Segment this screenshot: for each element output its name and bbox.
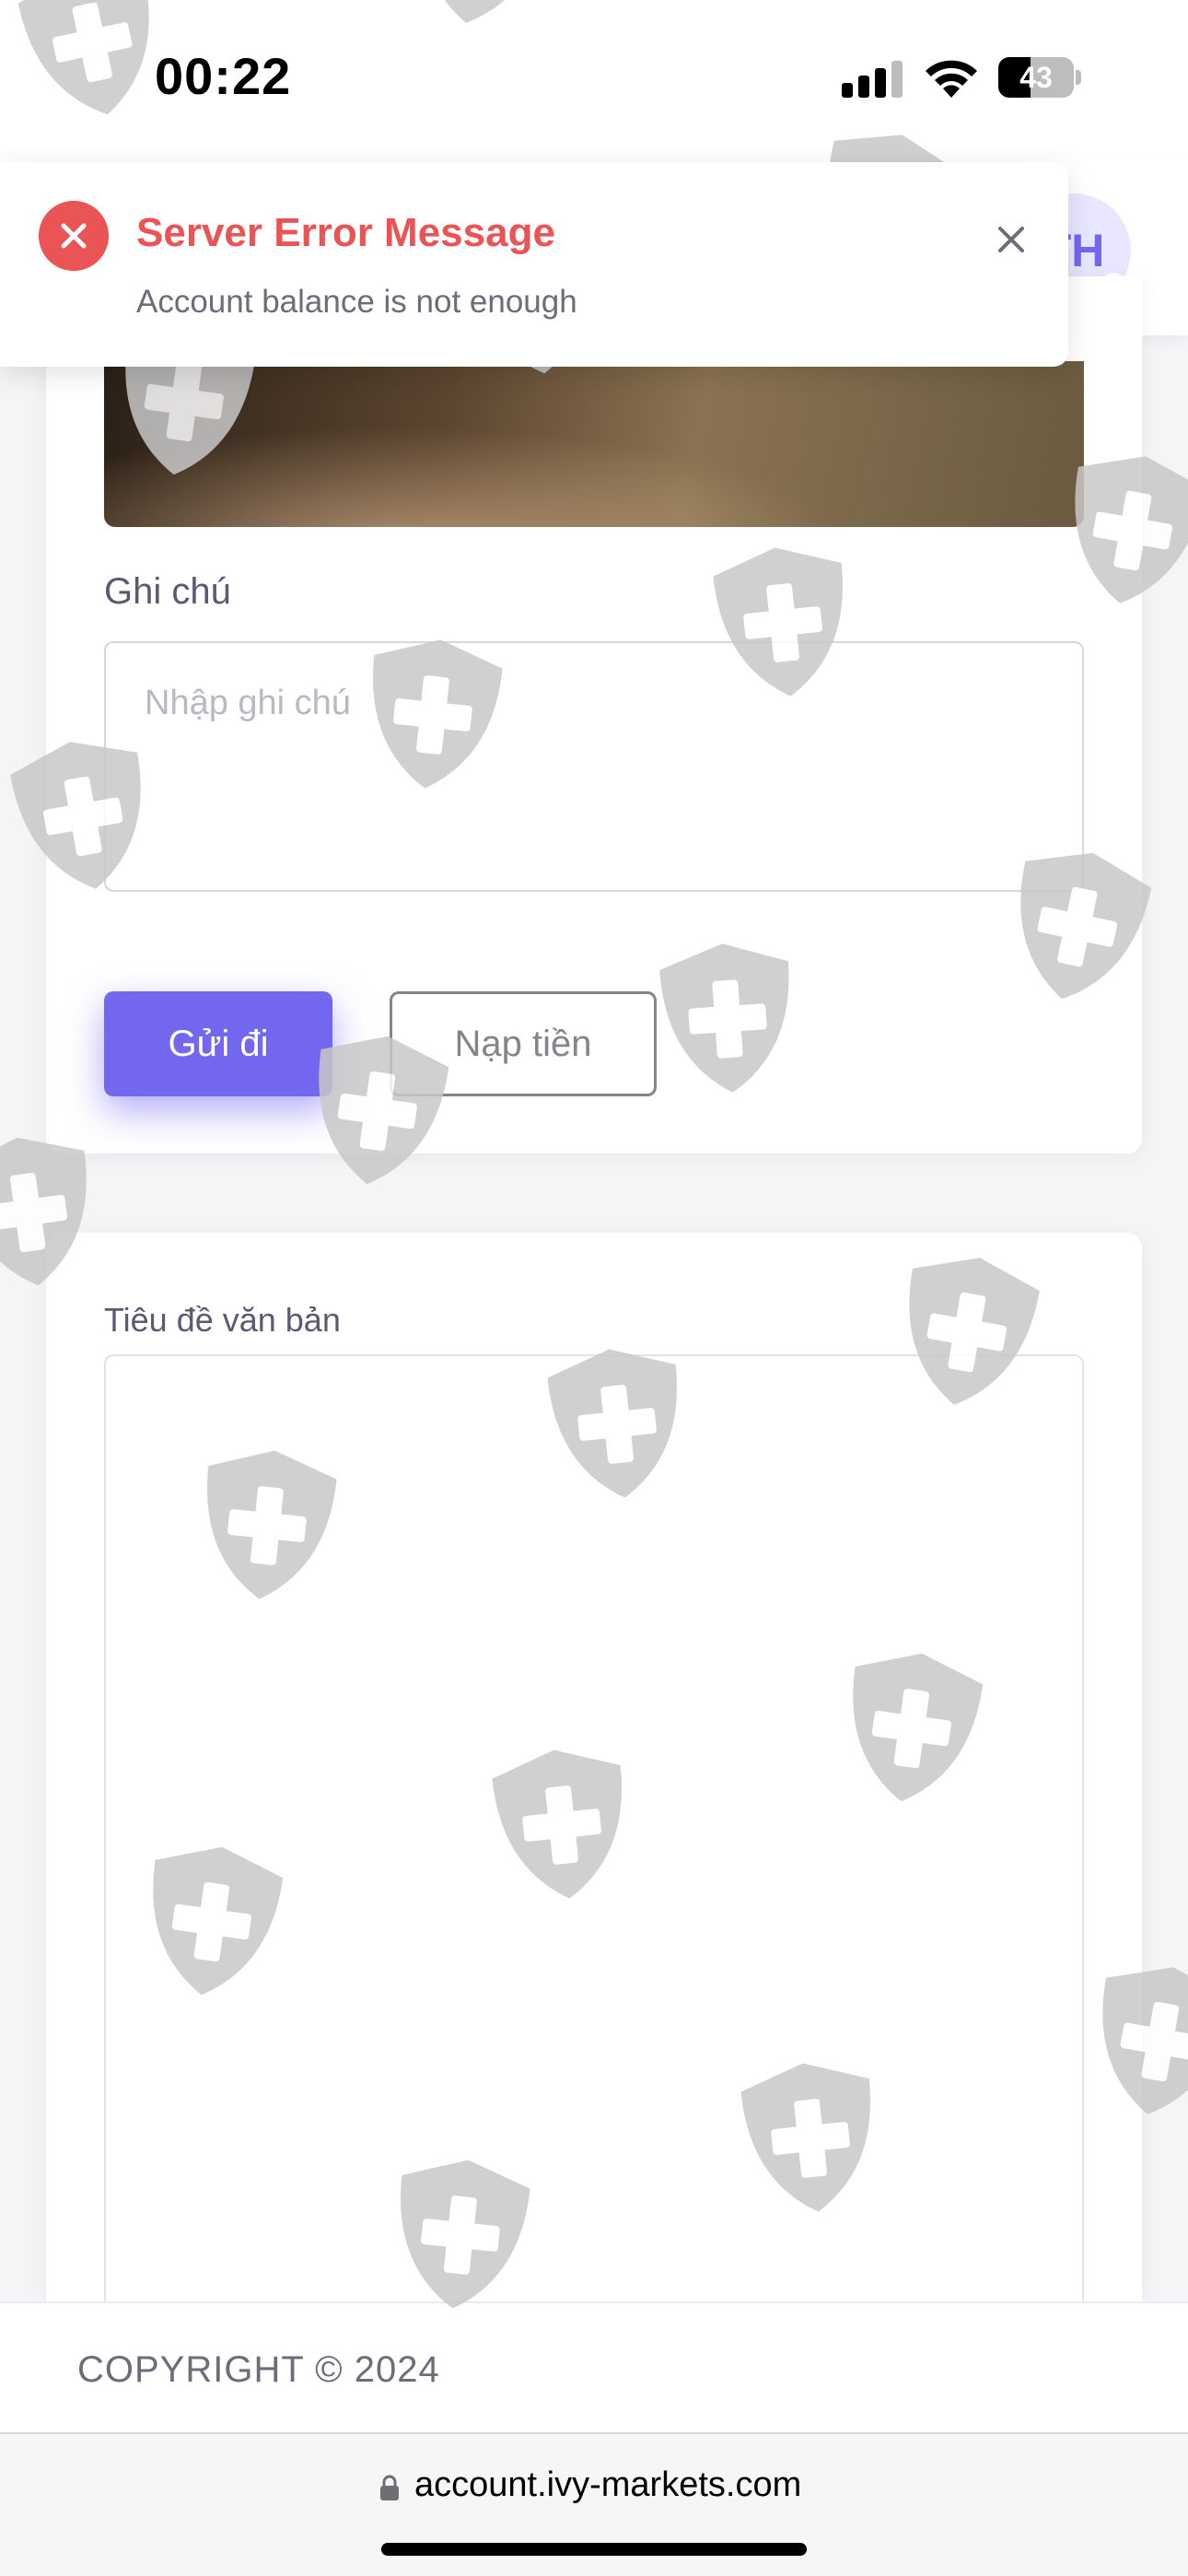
browser-url[interactable]: account.ivy-markets.com — [414, 2465, 801, 2505]
uploaded-photo — [104, 361, 1084, 527]
cellular-signal-icon — [842, 61, 903, 98]
wifi-icon — [926, 60, 977, 98]
battery-cap — [1076, 70, 1081, 85]
toast-title: Server Error Message — [136, 210, 555, 255]
copyright-text: COPYRIGHT © 2024 — [77, 2349, 440, 2390]
battery-body: 43 — [998, 57, 1074, 98]
photo-highlight — [104, 361, 1084, 527]
battery-level: 43 — [1019, 61, 1053, 94]
note-textarea[interactable] — [104, 641, 1084, 892]
close-icon[interactable] — [993, 221, 1030, 258]
submit-button[interactable]: Gửi đi — [104, 991, 332, 1096]
note-label: Ghi chú — [104, 571, 231, 612]
close-circle-icon — [39, 201, 109, 271]
deposit-button[interactable]: Nạp tiền — [390, 991, 657, 1096]
lock-icon — [380, 2475, 399, 2500]
error-toast — [0, 162, 1068, 367]
status-time: 00:22 — [155, 47, 292, 105]
document-viewer[interactable] — [104, 1354, 1084, 2303]
document-title-label: Tiêu đề văn bản — [104, 1301, 341, 1339]
battery-icon: 43 — [998, 57, 1081, 98]
toast-message: Account balance is not enough — [136, 284, 577, 320]
home-indicator — [381, 2543, 807, 2556]
